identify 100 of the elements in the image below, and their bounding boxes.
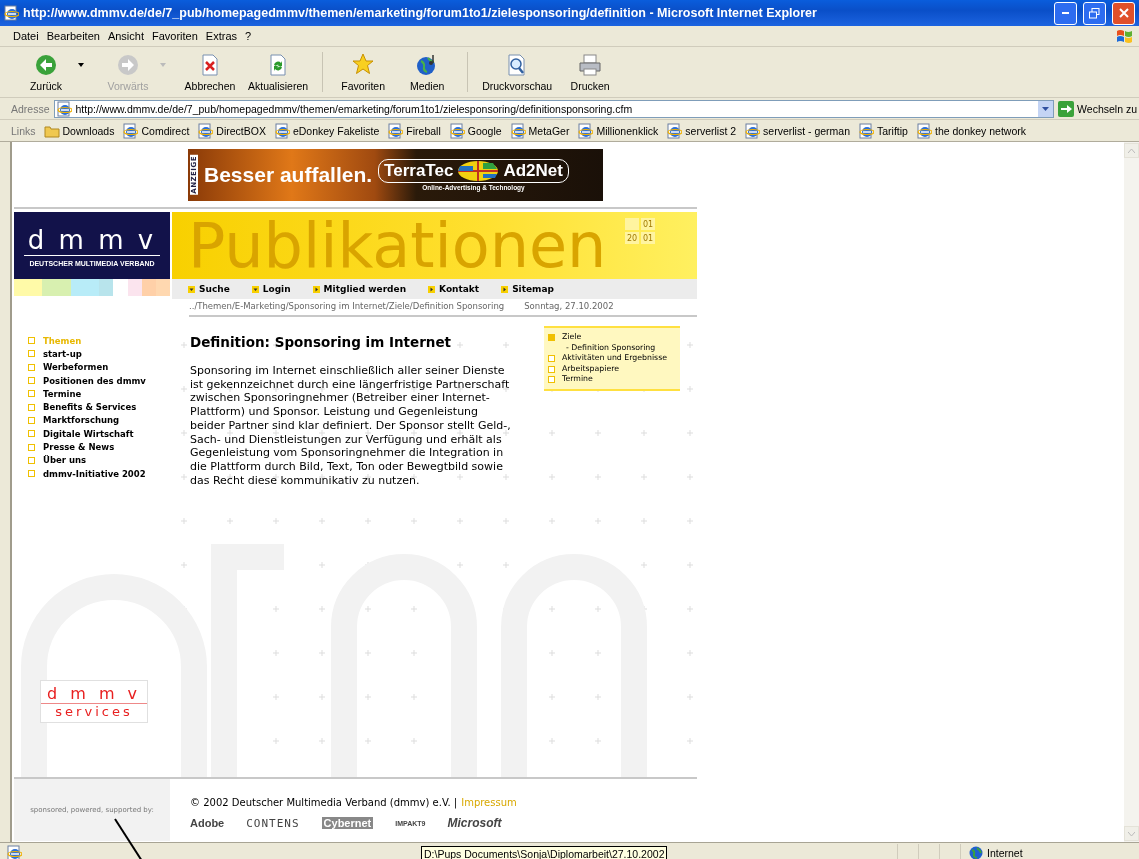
menu-item[interactable]: Ansicht	[103, 28, 148, 44]
ie-page-icon	[273, 122, 290, 139]
sidebar-item[interactable]: Über uns	[28, 453, 172, 467]
menu-item[interactable]: Datei	[9, 28, 43, 44]
scroll-up-icon	[1128, 148, 1135, 153]
link-item[interactable]: DirectBOX	[193, 122, 270, 139]
address-label: Adresse	[11, 102, 50, 115]
toolbar-icon	[34, 52, 58, 77]
link-item[interactable]: MetaGer	[505, 122, 574, 139]
sponsor-logo[interactable]: CONTENS	[246, 816, 300, 830]
date-tile: 20	[625, 232, 639, 244]
article-title: Definition: Sponsoring im Internet	[190, 334, 453, 350]
arrow-icon	[501, 285, 509, 293]
date-tile: 01	[641, 232, 655, 244]
sidebar-item[interactable]: Benefits & Services	[28, 400, 172, 414]
ad-logo: TerraTec Ad2Net	[378, 158, 569, 183]
menu-item[interactable]: Favoriten	[148, 28, 202, 44]
go-button[interactable]: Wechseln zu	[1058, 100, 1139, 117]
sidebar-item[interactable]: Digitale Wirtschaft	[28, 427, 172, 441]
sidebar-item[interactable]: Presse & News	[28, 440, 172, 454]
nav-link[interactable]: Kontakt	[428, 284, 480, 294]
link-item[interactable]: the donkey network	[911, 122, 1031, 139]
nav-link[interactable]: Mitglied werden	[312, 284, 407, 294]
restore-icon	[1089, 7, 1100, 19]
close-button[interactable]	[1112, 1, 1135, 25]
security-zone: Internet	[960, 844, 1139, 859]
link-item[interactable]: Downloads	[39, 123, 119, 138]
date-tile: 01	[641, 218, 655, 230]
toolbar-button[interactable]: Favoriten	[331, 50, 396, 94]
arrow-icon	[428, 285, 436, 293]
sidebar-item[interactable]: Marktforschung	[28, 413, 172, 428]
nav-link[interactable]: Login	[251, 284, 291, 294]
ball-icon	[457, 159, 500, 182]
toolbar-icon	[578, 52, 603, 77]
link-item[interactable]: Millionenklick	[573, 122, 663, 139]
menu-item[interactable]: Bearbeiten	[42, 28, 104, 44]
services-mark: d m m v	[40, 684, 148, 704]
ie-page-icon	[858, 122, 875, 139]
ie-page-icon	[122, 122, 139, 139]
sidebar-item[interactable]: Werbeformen	[28, 360, 172, 374]
window-title: http://www.dmmv.de/de/7_pub/homepagedmmv/themen/emarketing/forum1to1/zielesponsoring/definition - Microsoft Internet Explorer	[23, 6, 818, 20]
caret-icon[interactable]	[78, 63, 84, 67]
menu-item[interactable]: ?	[241, 28, 256, 44]
toolbar-icon	[116, 52, 140, 77]
windows-flag-icon	[1115, 28, 1133, 44]
ie-page-icon	[448, 122, 465, 139]
ie-page-icon	[915, 122, 932, 139]
globe-icon	[969, 845, 983, 859]
arrow-icon	[312, 285, 320, 293]
article-text: Sponsoring im Internet einschließlich aller seiner Dienste ist gekennzeichnet durch eine längerfristige Partnerschaft zwischen Sponsoringnehmer (Betreiber einer Internet-Plattform) und Sponsor. Leistung und Gegenleistung beider Partner sind klar definiert. Der Sponsor stellt Geld-, Sach- und Dienstleistungen zur Verfügung und erhält als Gegenleistung vom Sponsoringnehmer die Integration in die Plattform durch Bild, Text, Ton oder Bewegtbild sowie das Recht diese kommunikativ zu nutzen.	[190, 364, 512, 488]
sidebar-item[interactable]: start-up	[28, 347, 172, 361]
ie-page-icon	[197, 122, 214, 139]
ie-page-icon	[744, 122, 761, 139]
date-text: Sonntag, 27.10.2002	[524, 301, 614, 311]
scroll-down-icon	[1128, 831, 1135, 836]
link-item[interactable]: serverlist - german	[740, 122, 855, 139]
sponsor-logo[interactable]: Adobe	[190, 817, 225, 829]
link-item[interactable]: Google	[444, 122, 506, 139]
folder-icon	[43, 123, 60, 138]
sponsor-logo[interactable]: Cybernet	[321, 817, 374, 829]
link-item[interactable]: Fireball	[383, 122, 445, 139]
link-item[interactable]: serverlist 2	[662, 122, 741, 139]
sidebar-item[interactable]: Positionen des dmmv	[28, 373, 172, 388]
ie-page-icon	[666, 122, 683, 139]
links-label: Links	[11, 124, 36, 137]
toolbar-icon	[351, 52, 376, 77]
link-item[interactable]: Comdirect	[118, 122, 194, 139]
toolbar-button[interactable]: Medien	[395, 50, 460, 94]
minimize-button[interactable]	[1054, 1, 1077, 25]
sponsor-logo[interactable]: Microsoft	[447, 816, 502, 830]
sidebar-item[interactable]: Termine	[28, 387, 172, 401]
address-field[interactable]: http://www.dmmv.de/de/7_pub/homepagedmmv/themen/emarketing/forum1to1/zielesponsoring/definitionsponsoring.cfm	[53, 99, 1055, 118]
app-icon	[3, 5, 19, 21]
logo-mark: d m m v	[23, 224, 161, 256]
arrow-right-icon	[1058, 100, 1075, 117]
toolbar-button[interactable]: Drucken	[558, 50, 623, 94]
close-icon	[1118, 8, 1129, 18]
ie-page-icon	[509, 122, 526, 139]
link-item[interactable]: eDonkey Fakeliste	[269, 122, 384, 139]
link-item[interactable]: Tariftip	[854, 122, 912, 139]
ie-page-icon	[55, 100, 72, 117]
toolbar-button[interactable]: Druckvorschau	[476, 50, 559, 94]
toolbar-button[interactable]: Abbrechen	[178, 50, 242, 94]
sidebar-item[interactable]: dmmv-Initiative 2002	[28, 466, 172, 481]
toolbar-button[interactable]: Aktualisieren	[242, 50, 315, 94]
services-name: services	[55, 704, 133, 719]
ie-page-icon	[387, 122, 404, 139]
arrow-icon	[188, 285, 195, 293]
ad-slogan: Besser auffallen.	[204, 162, 373, 187]
nav-link[interactable]: Sitemap	[501, 284, 554, 294]
header-title: Publikationen	[188, 215, 607, 277]
dropdown-arrow-icon	[1042, 106, 1050, 111]
blank-tile	[625, 218, 639, 230]
maximize-button[interactable]	[1083, 1, 1106, 25]
copyright-text: © 2002 Deutscher Multimedia Verband (dmmv) e.V. |	[190, 797, 458, 808]
minimize-icon	[1062, 12, 1069, 14]
toolbar-button[interactable]: Zurück	[14, 50, 78, 94]
nav-link[interactable]: Suche	[188, 284, 230, 294]
arrow-icon	[251, 285, 259, 293]
menu-item[interactable]: Extras	[201, 28, 242, 44]
